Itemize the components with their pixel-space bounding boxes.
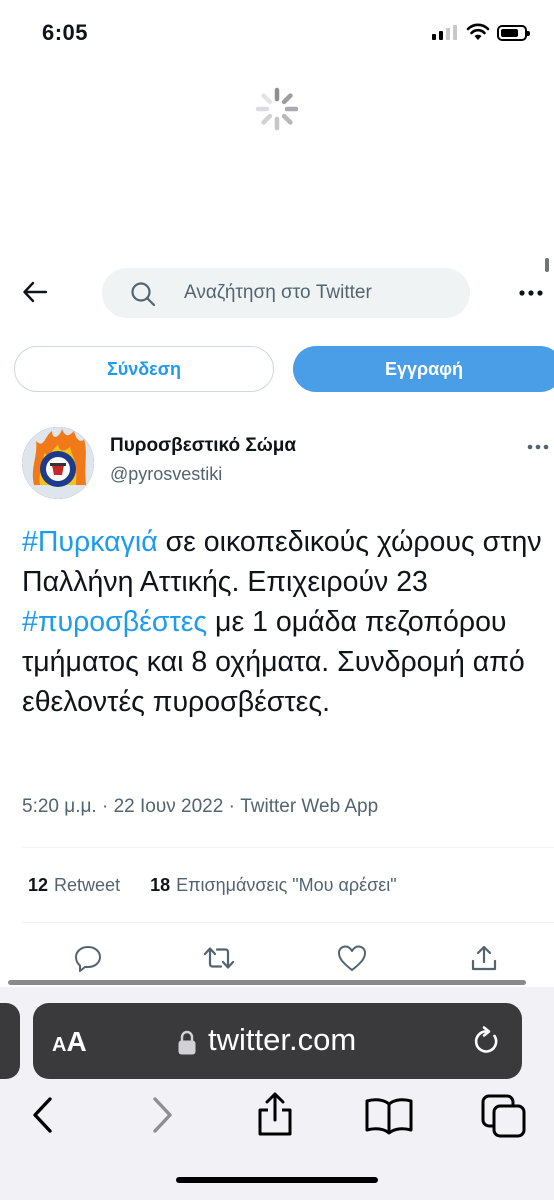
- search-input[interactable]: Αναζήτηση στο Twitter: [102, 268, 470, 318]
- reload-icon[interactable]: [472, 1025, 502, 1057]
- hashtag-link[interactable]: #Πυρκαγιά: [22, 526, 158, 558]
- url-text[interactable]: twitter.com: [208, 1022, 356, 1058]
- search-placeholder: Αναζήτηση στο Twitter: [184, 282, 372, 303]
- like-label: Επισημάνσεις "Μου αρέσει": [176, 875, 397, 895]
- tweet-text: #Πυρκαγιά σε οικοπεδικούς χώρους στην Πα…: [22, 522, 552, 722]
- aa-small: A: [52, 1034, 67, 1056]
- retweet-label: Retweet: [54, 875, 121, 895]
- horizontal-scrollbar[interactable]: [8, 980, 526, 985]
- tweet-time[interactable]: 5:20 μ.μ.: [22, 796, 97, 817]
- like-count: 18: [150, 875, 171, 895]
- login-button[interactable]: Σύνδεση: [14, 346, 274, 392]
- author-name[interactable]: Πυροσβεστικό Σώμα: [110, 435, 296, 457]
- divider: [22, 847, 554, 848]
- cellular-signal-icon: [432, 25, 457, 40]
- aa-big: A: [66, 1026, 87, 1057]
- signup-button[interactable]: Εγγραφή: [293, 346, 554, 392]
- fire-service-logo: [22, 427, 94, 499]
- tweet-source: Twitter Web App: [240, 796, 379, 817]
- browser-forward-icon[interactable]: [149, 1095, 175, 1135]
- back-arrow-icon[interactable]: [22, 279, 48, 305]
- status-time: 6:05: [42, 20, 89, 45]
- retweet-icon[interactable]: [203, 944, 235, 972]
- like-stat[interactable]: 18 Επισημάνσεις "Μου αρέσει": [150, 875, 397, 896]
- search-icon: [131, 282, 156, 307]
- home-indicator: [176, 1177, 378, 1183]
- battery-icon: [497, 25, 530, 41]
- lock-icon: [178, 1030, 196, 1055]
- loading-spinner-icon: [255, 87, 299, 131]
- avatar[interactable]: [22, 427, 94, 499]
- tweet-date[interactable]: 22 Ιουν 2022: [114, 796, 224, 817]
- share-icon[interactable]: [470, 944, 498, 972]
- tweet-more-icon[interactable]: [527, 442, 549, 452]
- browser-back-icon[interactable]: [30, 1095, 56, 1135]
- scrollbar[interactable]: [545, 258, 549, 272]
- more-options-icon[interactable]: [519, 283, 543, 303]
- previous-tab-preview[interactable]: [0, 1003, 20, 1079]
- tweet-meta: 5:20 μ.μ. · 22 Ιουν 2022 · Twitter Web A…: [22, 796, 379, 817]
- signup-label: Εγγραφή: [384, 358, 464, 379]
- bookmarks-icon[interactable]: [364, 1096, 414, 1136]
- wifi-icon: [466, 23, 490, 40]
- tweet-stats: 12 Retweet 18 Επισημάνσεις "Μου αρέσει": [28, 875, 427, 896]
- author-handle[interactable]: @pyrosvestiki: [110, 464, 222, 485]
- hashtag-link[interactable]: #πυροσβέστες: [22, 606, 207, 638]
- retweet-count: 12: [28, 875, 49, 895]
- like-icon[interactable]: [337, 944, 367, 972]
- retweet-stat[interactable]: 12 Retweet: [28, 875, 120, 896]
- text-size-button[interactable]: AA: [52, 1026, 87, 1058]
- browser-share-icon[interactable]: [255, 1090, 295, 1138]
- tabs-icon[interactable]: [480, 1093, 528, 1139]
- reply-icon[interactable]: [74, 944, 102, 972]
- divider: [22, 922, 554, 923]
